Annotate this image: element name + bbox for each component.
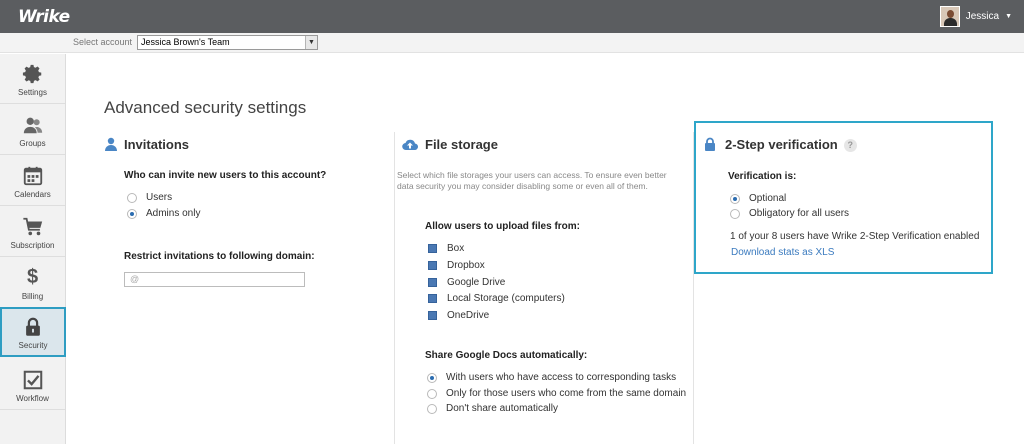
sidebar-item-billing[interactable]: $ Billing (0, 258, 65, 308)
sidebar-item-security[interactable]: Security (0, 307, 66, 357)
gear-icon (22, 64, 41, 84)
caret-down-icon[interactable]: ▼ (1005, 13, 1012, 20)
avatar[interactable] (939, 6, 960, 27)
radio-button[interactable] (127, 192, 137, 203)
radio-label: Optional (749, 193, 787, 204)
share-option-task-access[interactable]: With users who have access to correspond… (427, 372, 676, 383)
account-select-value: Jessica Brown's Team (141, 37, 230, 47)
page-title: Advanced security settings (104, 98, 307, 117)
share-google-docs-label: Share Google Docs automatically: (425, 350, 588, 361)
checkbox[interactable] (428, 261, 437, 270)
invitations-title: Invitations (124, 137, 190, 152)
verification-option-optional[interactable]: Optional (730, 193, 786, 204)
sidebar-item-settings[interactable]: Settings (0, 54, 65, 104)
invite-option-users[interactable]: Users (127, 192, 172, 203)
sidebar: Settings Groups Calendars Subscription $… (0, 54, 66, 444)
radio-label: Don't share automatically (446, 403, 558, 414)
wrike-logo[interactable]: Wrike (18, 7, 70, 27)
users-icon (23, 117, 42, 134)
main-content: Advanced security settings Invitations W… (66, 54, 1024, 444)
storage-option-box[interactable]: Box (428, 243, 464, 254)
user-icon (105, 137, 117, 151)
radio-label: Obligatory for all users (749, 208, 850, 219)
checkbox[interactable] (428, 311, 437, 320)
domain-restriction-label: Restrict invitations to following domain… (124, 251, 315, 262)
share-option-same-domain[interactable]: Only for those users who come from the s… (427, 388, 686, 399)
radio-button[interactable] (730, 193, 740, 204)
share-option-dont-share[interactable]: Don't share automatically (427, 403, 558, 414)
sidebar-item-label: Workflow (16, 394, 49, 403)
sidebar-item-label: Settings (18, 88, 47, 97)
invite-question: Who can invite new users to this account… (124, 170, 327, 181)
checkbox-label: OneDrive (447, 310, 490, 321)
sidebar-item-workflow[interactable]: Workflow (0, 360, 65, 410)
sidebar-item-calendars[interactable]: Calendars (0, 156, 65, 206)
checkbox[interactable] (428, 244, 437, 253)
storage-option-dropbox[interactable]: Dropbox (428, 260, 485, 271)
storage-option-onedrive[interactable]: OneDrive (428, 310, 489, 321)
radio-button[interactable] (427, 388, 437, 399)
cloud-upload-icon (402, 139, 418, 151)
checkbox-label: Dropbox (447, 260, 485, 271)
radio-button[interactable] (730, 208, 740, 219)
invite-option-admins-only[interactable]: Admins only (127, 208, 200, 219)
two-step-stats-text: 1 of your 8 users have Wrike 2-Step Veri… (730, 231, 980, 242)
sidebar-item-label: Calendars (14, 190, 51, 199)
account-select[interactable]: Jessica Brown's Team ▼ (137, 35, 318, 50)
sidebar-item-label: Security (18, 341, 48, 350)
storage-option-local-storage[interactable]: Local Storage (computers) (428, 293, 565, 304)
calendar-icon (23, 166, 42, 186)
top-bar: Wrike Jessica ▼ (0, 0, 1024, 33)
domain-input[interactable]: @ (124, 272, 305, 287)
file-storage-description: Select which file storages your users ca… (397, 170, 667, 191)
radio-label: Users (146, 192, 173, 203)
two-step-title: 2-Step verification (725, 137, 838, 152)
checkbox[interactable] (428, 278, 437, 287)
select-account-label: Select account (73, 37, 133, 47)
chevron-down-icon[interactable]: ▼ (305, 36, 317, 49)
download-stats-link[interactable]: Download stats as XLS (731, 247, 834, 258)
two-step-title-row: 2-Step verification? (725, 137, 857, 152)
account-bar: Select account Jessica Brown's Team ▼ (0, 33, 1024, 53)
user-name[interactable]: Jessica (966, 11, 999, 22)
cart-icon (22, 217, 42, 236)
column-divider (394, 132, 395, 444)
user-menu[interactable]: Jessica ▼ (939, 6, 1012, 27)
storage-option-google-drive[interactable]: Google Drive (428, 277, 505, 288)
sidebar-item-label: Groups (19, 139, 46, 148)
checkbox[interactable] (428, 294, 437, 303)
radio-button[interactable] (427, 372, 437, 383)
verification-label: Verification is: (728, 171, 797, 182)
radio-label: Only for those users who come from the s… (446, 388, 687, 399)
upload-sources-label: Allow users to upload files from: (425, 221, 581, 232)
verification-option-obligatory[interactable]: Obligatory for all users (730, 208, 849, 219)
help-icon[interactable]: ? (843, 139, 857, 152)
file-storage-title: File storage (425, 137, 498, 152)
dollar-icon: $ (26, 266, 39, 288)
radio-label: With users who have access to correspond… (446, 372, 677, 383)
checkbox-label: Box (447, 243, 465, 254)
sidebar-item-label: Subscription (10, 241, 55, 250)
radio-button[interactable] (127, 208, 137, 219)
checkbox-label: Local Storage (computers) (447, 293, 565, 304)
sidebar-item-subscription[interactable]: Subscription (0, 207, 65, 257)
checkbox-icon (23, 370, 42, 390)
sidebar-item-label: Billing (21, 292, 44, 301)
sidebar-item-groups[interactable]: Groups (0, 105, 65, 155)
radio-label: Admins only (146, 208, 201, 219)
lock-icon (26, 317, 40, 336)
checkbox-label: Google Drive (447, 277, 506, 288)
radio-button[interactable] (427, 403, 437, 414)
lock-icon (705, 137, 715, 151)
